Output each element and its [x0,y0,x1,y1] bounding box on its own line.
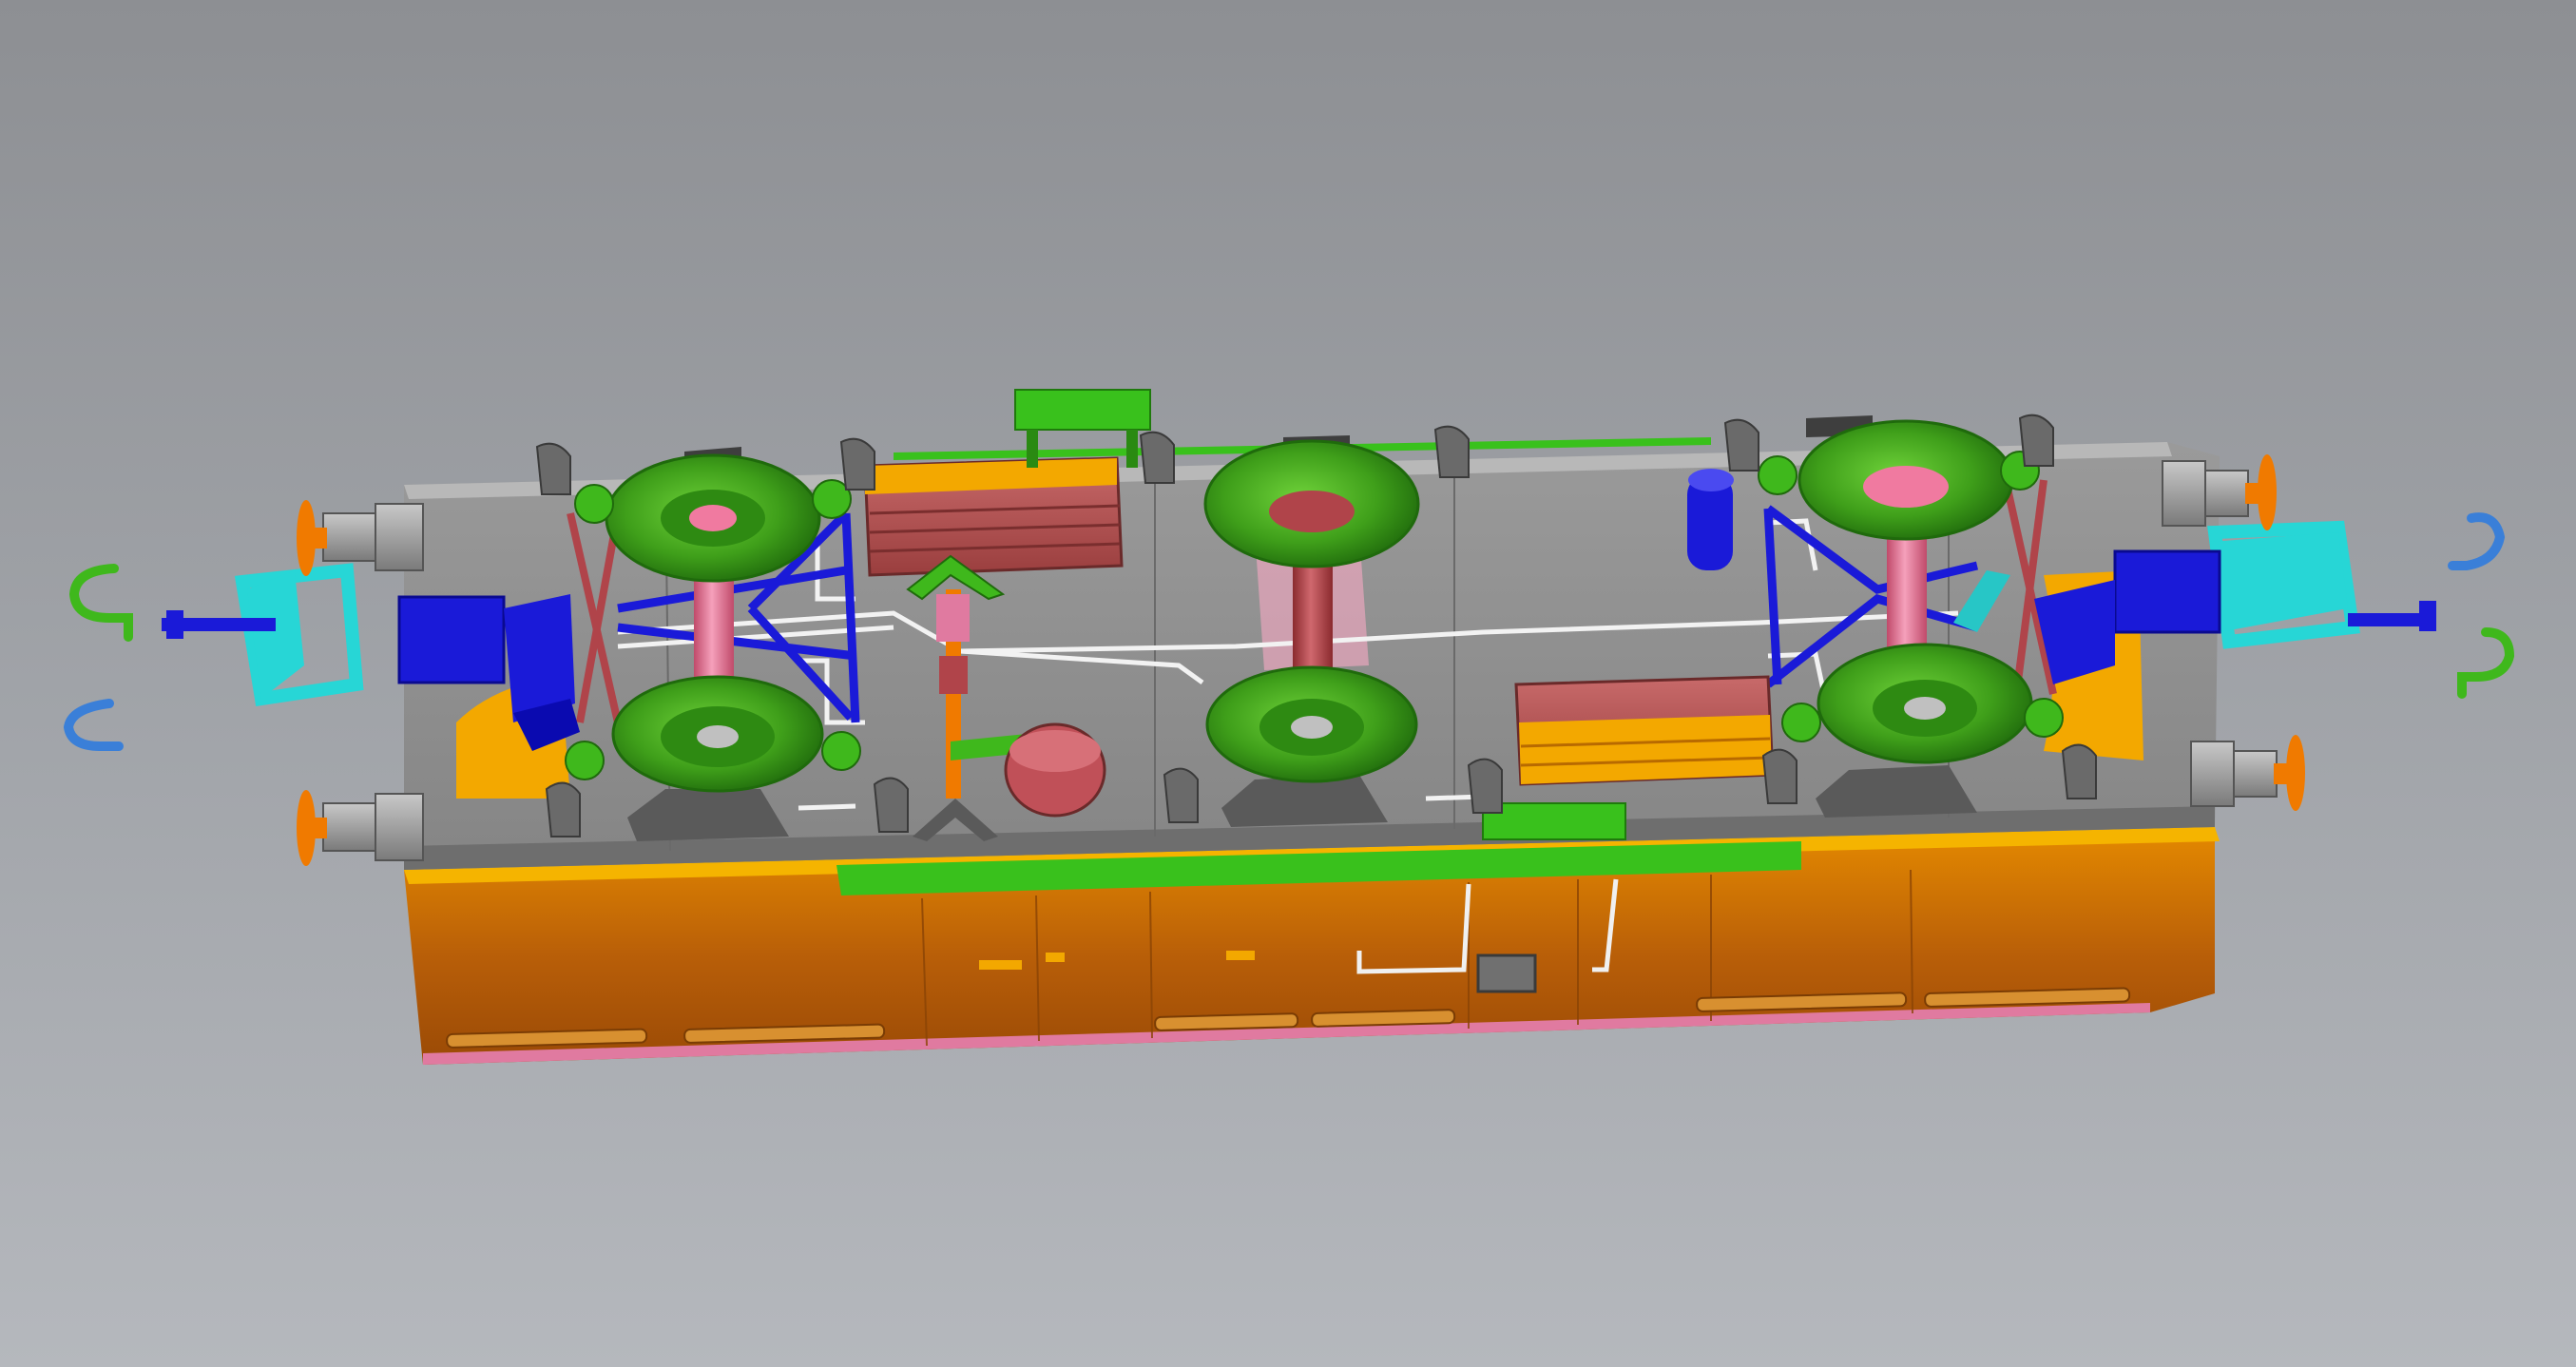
wheelset-5 [1817,643,2033,764]
buffer-rear-right-top [2162,454,2277,530]
hose-right-blue [2448,512,2506,570]
locomotive-model [63,389,2515,1065]
wheelset-2 [611,675,824,793]
buffer-front-left-top [297,500,424,576]
buffer-front-left-bottom [297,790,424,866]
hose-right-green [2457,627,2515,699]
hose-left-blue [63,699,124,751]
brake-cylinder [1687,469,1734,570]
brake-box-2 [1514,675,1775,786]
buffer-rear-right-bottom [2190,735,2305,811]
cad-viewport[interactable] [0,0,2576,1367]
hose-left-green [68,564,133,642]
bottom-step [1482,802,1626,840]
brake-box-1 [863,456,1124,577]
